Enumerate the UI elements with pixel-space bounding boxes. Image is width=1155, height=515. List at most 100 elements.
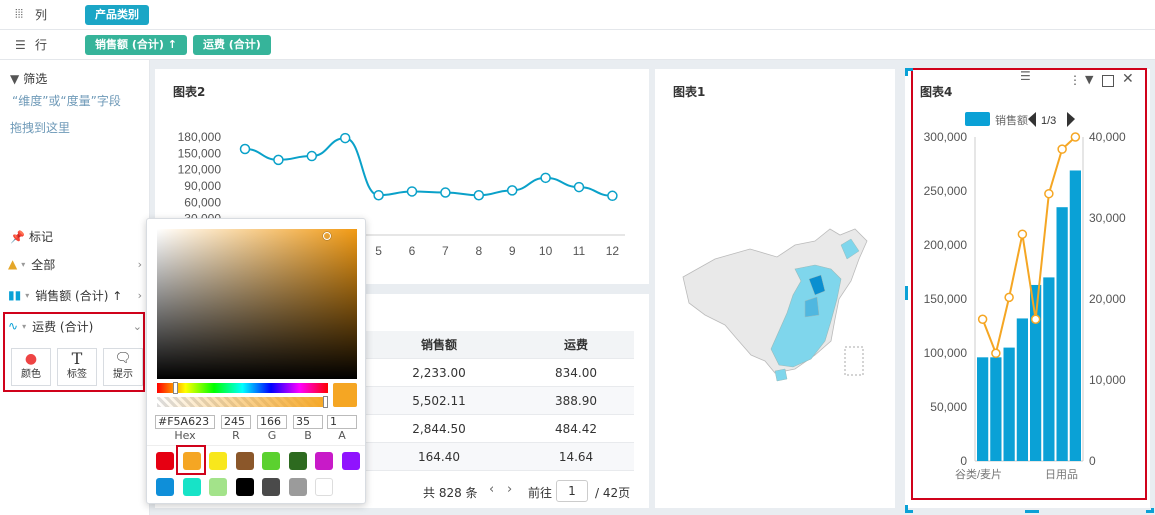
table-total: 共 828 条 bbox=[423, 486, 478, 500]
mark-item-sales[interactable]: ▮▮ ▾ 销售额 (合计) ↑ › bbox=[8, 283, 146, 307]
color-swatch[interactable] bbox=[262, 478, 280, 496]
color-picker: #F5A623 245 166 35 1 Hex R G B A bbox=[146, 218, 366, 504]
saturation-panel[interactable] bbox=[157, 229, 357, 379]
hue-slider[interactable] bbox=[157, 383, 328, 393]
b-input[interactable]: 35 bbox=[293, 415, 323, 429]
table-cell: 484.42 bbox=[518, 415, 634, 443]
chart4-highlight-box bbox=[911, 68, 1147, 500]
page-input[interactable]: 1 bbox=[556, 480, 588, 502]
chart2-point[interactable] bbox=[607, 190, 618, 202]
table-header-sales: 销售额 bbox=[360, 331, 518, 359]
label-button[interactable]: T 标签 bbox=[57, 348, 97, 386]
resize-handle[interactable] bbox=[1025, 510, 1039, 513]
chart2-point[interactable] bbox=[406, 186, 418, 197]
x-tick-label: 5 bbox=[375, 244, 382, 258]
x-tick-label: 12 bbox=[606, 244, 620, 258]
palette-icon: ● bbox=[24, 351, 38, 367]
columns-label: 列 bbox=[35, 8, 48, 22]
g-input[interactable]: 166 bbox=[257, 415, 287, 429]
chart2-point[interactable] bbox=[273, 154, 284, 166]
resize-handle[interactable] bbox=[905, 68, 913, 76]
hex-input[interactable]: #F5A623 bbox=[155, 415, 215, 429]
color-swatch[interactable] bbox=[209, 478, 227, 496]
column-pill-category[interactable]: 产品类别 bbox=[85, 4, 149, 25]
rows-label: 行 bbox=[35, 38, 48, 52]
color-swatch[interactable] bbox=[235, 478, 254, 496]
x-tick-label: 11 bbox=[573, 244, 586, 258]
bar-chart-icon: ▮▮ bbox=[8, 288, 22, 302]
rows-icon: ☰ bbox=[15, 37, 26, 52]
chevron-right-icon: › bbox=[137, 288, 142, 302]
x-tick-label: 10 bbox=[539, 244, 553, 258]
text-icon: T bbox=[71, 349, 83, 368]
saturation-cursor[interactable] bbox=[323, 232, 331, 240]
table-cell: 5,502.11 bbox=[360, 387, 518, 415]
chart2-point[interactable] bbox=[239, 143, 251, 155]
filter-hint-drag: 拖拽到这里 bbox=[10, 121, 71, 135]
y-tick-label: 180,000 bbox=[178, 130, 222, 144]
color-swatch[interactable] bbox=[315, 478, 333, 496]
pin-icon: 📌 bbox=[10, 229, 25, 244]
chart2-point[interactable] bbox=[540, 172, 551, 184]
goto-label: 前往 bbox=[528, 486, 553, 500]
color-swatch[interactable] bbox=[182, 478, 201, 496]
a-input[interactable]: 1 bbox=[327, 415, 357, 429]
row-pill-freight[interactable]: 运费 (合计) bbox=[192, 34, 271, 55]
tooltip-button[interactable]: 🗨 提示 bbox=[103, 348, 143, 386]
columns-shelf: ⦙⦙⦙ 列 产品类别 bbox=[0, 0, 1155, 30]
chart1-card: 图表1 bbox=[655, 69, 895, 508]
color-swatch[interactable] bbox=[341, 452, 360, 470]
g-label: G bbox=[267, 429, 277, 442]
filter-hint: “维度”或“度量”字段 bbox=[12, 94, 121, 108]
left-panel: ▼ 筛选 “维度”或“度量”字段 拖拽到这里 📌 标记 ▲ ▾ 全部 › ▮▮ ▾ … bbox=[0, 60, 150, 515]
filter-icon: ▼ bbox=[10, 71, 20, 86]
shapes-icon: ▲ bbox=[8, 257, 18, 271]
chart2-point[interactable] bbox=[373, 190, 384, 201]
row-pill-sales[interactable]: 销售额 (合计) ↑ bbox=[85, 34, 187, 55]
chart2-point[interactable] bbox=[473, 190, 485, 201]
resize-handle[interactable] bbox=[1146, 508, 1154, 513]
filter-title: ▼ 筛选 bbox=[10, 71, 48, 87]
chart2-point[interactable] bbox=[573, 181, 585, 193]
resize-handle[interactable] bbox=[905, 286, 908, 300]
table-header-freight: 运费 bbox=[518, 331, 634, 359]
x-tick-label: 6 bbox=[409, 244, 416, 258]
color-swatch[interactable] bbox=[235, 452, 254, 470]
resize-handle[interactable] bbox=[905, 505, 913, 513]
color-swatch[interactable] bbox=[288, 478, 307, 496]
table-cell: 164.40 bbox=[360, 443, 518, 471]
current-color-preview bbox=[333, 383, 357, 407]
page-count: / 42页 bbox=[595, 486, 631, 500]
y-tick-label: 150,000 bbox=[178, 146, 222, 160]
r-input[interactable]: 245 bbox=[221, 415, 251, 429]
color-swatch[interactable] bbox=[262, 452, 280, 470]
chart2-point[interactable] bbox=[306, 150, 318, 162]
chart2-point[interactable] bbox=[339, 132, 351, 144]
chart2-point[interactable] bbox=[440, 187, 451, 198]
table-cell: 834.00 bbox=[518, 359, 634, 387]
color-swatch[interactable] bbox=[209, 452, 227, 470]
table-cell: 2,233.00 bbox=[360, 359, 518, 387]
color-swatch[interactable] bbox=[288, 452, 307, 470]
alpha-slider[interactable] bbox=[157, 397, 328, 407]
color-swatch[interactable] bbox=[315, 452, 333, 470]
hex-label: Hex bbox=[174, 429, 196, 442]
mark-item-all[interactable]: ▲ ▾ 全部 › bbox=[8, 252, 146, 276]
chevron-right-icon: › bbox=[137, 257, 142, 271]
alpha-handle[interactable] bbox=[323, 396, 328, 408]
y-tick-label: 120,000 bbox=[178, 163, 222, 177]
tooltip-icon: 🗨 bbox=[114, 351, 132, 366]
next-page-button[interactable]: › bbox=[507, 482, 512, 497]
x-tick-label: 8 bbox=[475, 244, 482, 258]
rows-shelf: ☰ 行 销售额 (合计) ↑ 运费 (合计) bbox=[0, 30, 1155, 60]
color-button[interactable]: ● 颜色 bbox=[11, 348, 51, 386]
chart2-point[interactable] bbox=[506, 185, 518, 196]
prev-page-button[interactable]: ‹ bbox=[489, 482, 494, 497]
color-swatch[interactable] bbox=[156, 478, 174, 496]
x-tick-label: 9 bbox=[509, 244, 516, 258]
a-label: A bbox=[338, 429, 346, 442]
table-cell: 14.64 bbox=[518, 443, 634, 471]
color-swatch[interactable] bbox=[156, 452, 174, 470]
table-cell: 388.90 bbox=[518, 387, 634, 415]
hue-handle[interactable] bbox=[173, 382, 178, 394]
